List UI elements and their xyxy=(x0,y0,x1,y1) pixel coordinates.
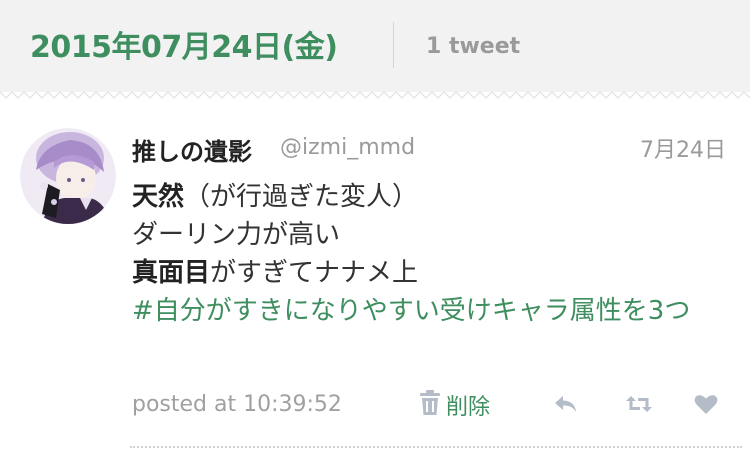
header-divider xyxy=(393,22,394,68)
hashtag-link[interactable]: #自分がすきになりやすい受けキャラ属性を3つ xyxy=(132,292,744,330)
reply-button[interactable] xyxy=(552,390,580,418)
retweet-button[interactable] xyxy=(624,390,652,418)
tweet-count: 1 tweet xyxy=(426,34,521,59)
avatar[interactable] xyxy=(20,128,116,224)
display-name[interactable]: 推しの遺影 xyxy=(132,132,252,167)
bottom-divider xyxy=(130,446,742,448)
posted-at: posted at 10:39:52 xyxy=(132,392,342,417)
date-heading: 2015年07月24日(金) xyxy=(30,30,338,65)
bold-text: 天然 xyxy=(132,182,185,212)
delete-label: 削除 xyxy=(446,395,491,420)
tweet-line-3: 真面目がすぎてナナメ上 xyxy=(132,254,744,292)
tweet-date[interactable]: 7月24日 xyxy=(640,132,726,164)
user-handle[interactable]: @izmi_mmd xyxy=(280,135,415,160)
heart-icon xyxy=(692,395,720,422)
tweet-line-1: 天然（が行過ぎた変人） xyxy=(132,178,744,216)
trash-icon xyxy=(418,389,442,421)
tweet-text: 天然（が行過ぎた変人） ダーリン力が高い 真面目がすぎてナナメ上 #自分がすきに… xyxy=(132,178,744,330)
zigzag-edge xyxy=(0,84,750,100)
retweet-icon xyxy=(624,396,654,422)
day-header: 2015年07月24日(金) 1 tweet xyxy=(0,0,750,92)
bold-text: 真面目 xyxy=(132,258,211,288)
tweet-line-2: ダーリン力が高い xyxy=(132,220,341,250)
reply-icon xyxy=(552,396,580,422)
delete-button[interactable]: 削除 xyxy=(418,390,490,420)
like-button[interactable] xyxy=(692,390,720,418)
tweet-text-span: （が行過ぎた変人） xyxy=(184,182,419,212)
tweet-text-span: がすぎてナナメ上 xyxy=(210,258,419,288)
